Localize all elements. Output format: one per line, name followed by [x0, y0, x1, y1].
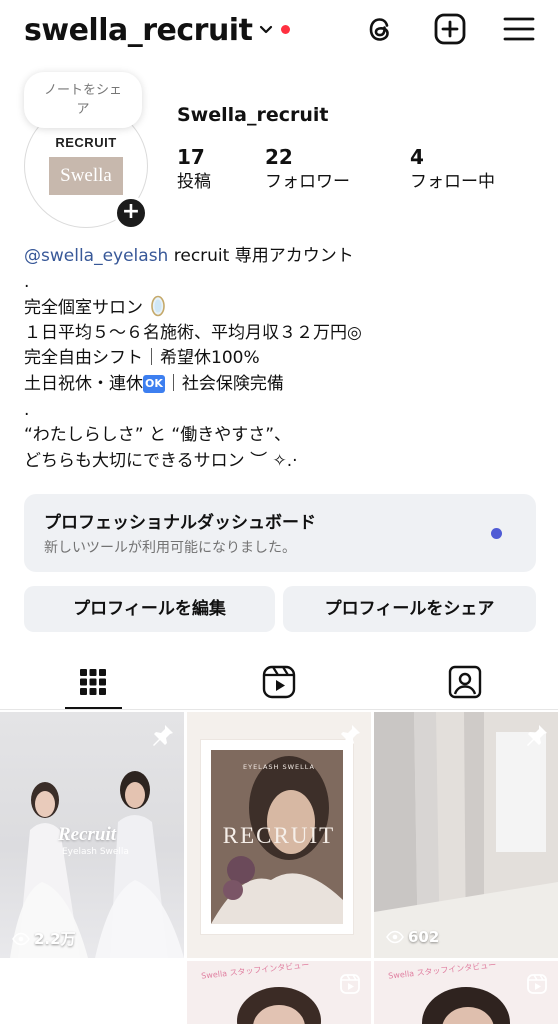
- bio-text: .: [24, 271, 30, 292]
- pin-icon: [340, 725, 360, 746]
- pin-icon: [153, 725, 173, 746]
- view-count-value: 2.2万: [34, 930, 76, 948]
- chevron-down-icon[interactable]: [258, 22, 274, 38]
- stat-value: 22: [265, 145, 293, 169]
- stat-followers[interactable]: 22 フォロワー: [265, 144, 350, 194]
- stat-label: フォロー中: [410, 172, 495, 192]
- post-thumbnail[interactable]: Recruit Eyelash Swella 2.2万: [0, 712, 184, 958]
- tab-divider: [0, 709, 558, 710]
- post-thumbnail[interactable]: 602: [374, 712, 558, 958]
- view-count: 602: [386, 928, 439, 946]
- post-thumbnail[interactable]: Swella スタッフインタビュー: [187, 961, 371, 1024]
- mention-link[interactable]: @swella_eyelash: [24, 246, 168, 266]
- grid-icon[interactable]: [73, 660, 113, 704]
- post-title: RECRUIT: [222, 823, 336, 848]
- post-brand: EYELASH SWELLA: [243, 763, 315, 771]
- bio-text: １日平均５～６名施術、平均月収３２万円◎: [24, 322, 362, 343]
- reels-icon[interactable]: [259, 660, 299, 704]
- post-photo: [374, 712, 558, 958]
- bio-text: .: [24, 399, 30, 420]
- dashboard-new-dot: [491, 528, 502, 539]
- menu-icon[interactable]: [502, 12, 536, 46]
- bio-text: “わたしらしさ” と “働きやすさ”、: [24, 425, 292, 446]
- add-story-button[interactable]: +: [114, 196, 148, 230]
- post-thumbnail[interactable]: EYELASH SWELLA RECRUIT: [187, 712, 371, 958]
- bio-text: ｜社会保険完備: [164, 373, 284, 394]
- post-subtitle: Eyelash Swella: [62, 847, 129, 857]
- threads-icon[interactable]: [363, 12, 397, 46]
- dashboard-title: プロフェッショナルダッシュボード: [44, 513, 316, 533]
- notification-dot: [281, 25, 290, 34]
- bio-text: どちらも大切にできるサロン ︶ ✧.·: [24, 450, 298, 471]
- stat-value: 17: [177, 145, 205, 169]
- avatar-logo-text: RECRUIT: [55, 135, 117, 150]
- eye-icon: [12, 932, 30, 945]
- bio-text: recruit 専用アカウント: [168, 246, 354, 266]
- post-thumbnail[interactable]: Swella スタッフインタビュー: [374, 961, 558, 1024]
- share-profile-button[interactable]: プロフィールをシェア: [283, 586, 536, 632]
- profile-username[interactable]: swella_recruit: [24, 12, 253, 50]
- avatar-logo-name: Swella: [60, 165, 112, 186]
- create-icon[interactable]: [433, 12, 467, 46]
- post-title: Recruit: [58, 824, 117, 845]
- bio-text: 土日祝休・連休: [24, 373, 143, 394]
- stat-label: フォロワー: [265, 172, 350, 192]
- pin-icon: [527, 725, 547, 746]
- note-text: ノートをシェ: [43, 83, 122, 98]
- mirror-icon: [151, 295, 166, 317]
- avatar-logo-box: Swella: [49, 157, 123, 195]
- stat-value: 4: [410, 145, 424, 169]
- view-count-value: 602: [408, 928, 440, 946]
- eye-icon: [386, 930, 404, 944]
- display-name: Swella_recruit: [177, 104, 329, 126]
- stat-following[interactable]: 4 フォロー中: [410, 144, 495, 194]
- dashboard-subtitle: 新しいツールが利用可能になりました。: [44, 540, 296, 556]
- view-count: 2.2万: [12, 928, 76, 949]
- note-bubble[interactable]: ノートをシェ ア: [24, 72, 142, 128]
- bio-text: 完全自由シフト｜希望休100%: [24, 348, 260, 369]
- stat-posts[interactable]: 17 投稿: [177, 144, 211, 194]
- ok-emoji: OK: [143, 374, 165, 393]
- post-thumbnail[interactable]: [0, 961, 184, 1024]
- reel-icon: [527, 974, 547, 994]
- tagged-icon[interactable]: [445, 660, 485, 704]
- profile-bio: @swella_eyelash recruit 専用アカウント . 完全個室サロ…: [24, 244, 544, 474]
- reel-icon: [340, 974, 360, 994]
- note-text-2: ア: [76, 102, 90, 117]
- stat-label: 投稿: [177, 172, 211, 192]
- bio-text: 完全個室サロン: [24, 298, 143, 319]
- professional-dashboard[interactable]: プロフェッショナルダッシュボード 新しいツールが利用可能になりました。: [24, 494, 536, 572]
- edit-profile-button[interactable]: プロフィールを編集: [24, 586, 275, 632]
